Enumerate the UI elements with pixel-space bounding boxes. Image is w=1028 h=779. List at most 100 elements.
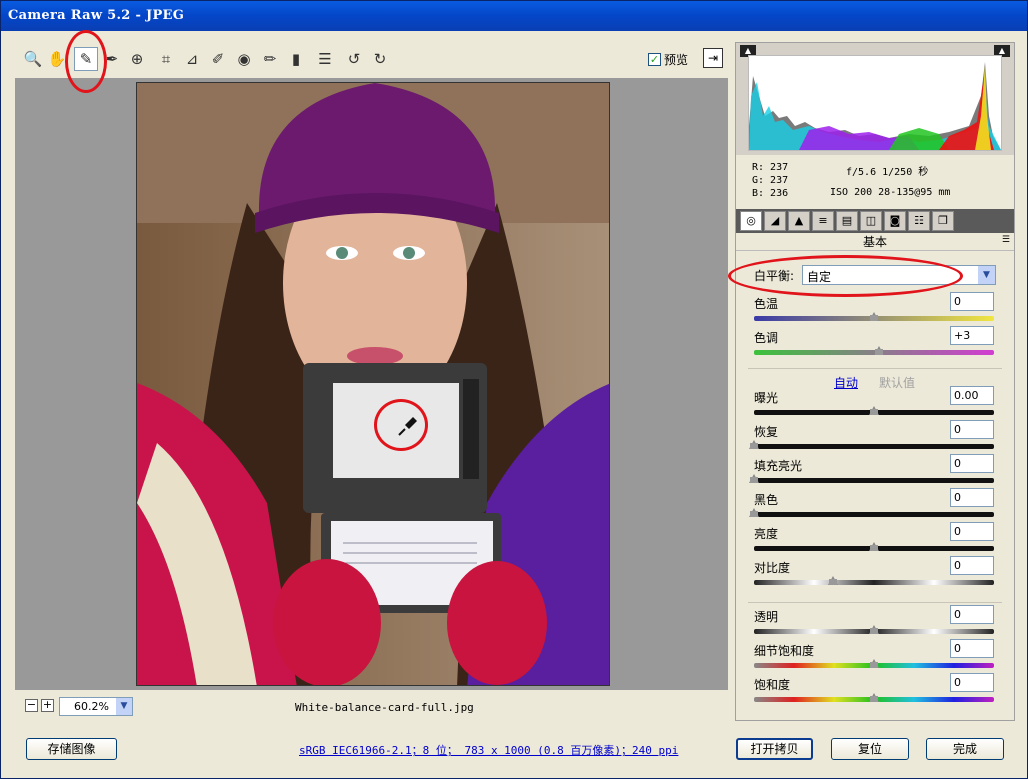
slider-label: 亮度 bbox=[754, 527, 779, 541]
panel-tab-5[interactable]: ◫ bbox=[860, 211, 882, 231]
slider-value-input[interactable]: 0 bbox=[950, 420, 994, 439]
slider-track[interactable] bbox=[749, 440, 994, 449]
slider-value-input[interactable]: 0 bbox=[950, 639, 994, 658]
save-image-button[interactable]: 存储图像 bbox=[26, 738, 117, 760]
file-name: White-balance-card-full.jpg bbox=[295, 701, 474, 714]
slider-label: 色调 bbox=[754, 331, 779, 345]
image-preview-area[interactable] bbox=[15, 78, 728, 690]
chevron-down-icon[interactable]: ▼ bbox=[978, 266, 995, 284]
slider-label: 色温 bbox=[754, 297, 779, 311]
slider-track[interactable] bbox=[754, 625, 994, 634]
zoom-value: 60.2% bbox=[74, 700, 109, 713]
section-title-text: 基本 bbox=[862, 235, 887, 249]
slider-track[interactable] bbox=[754, 659, 994, 668]
panel-tabs: ◎ ◢ ▲ ≡ ▤ ◫ ◙ ☷ ❐ bbox=[736, 209, 1014, 233]
adjustment-brush-icon[interactable]: ✏ bbox=[258, 47, 282, 71]
zoom-bar: − + 60.2% ▼ White-balance-card-full.jpg bbox=[15, 693, 728, 721]
zoom-level-select[interactable]: 60.2% ▼ bbox=[59, 697, 133, 716]
iso-lens-info: ISO 200 28-135@95 mm bbox=[830, 187, 951, 198]
hand-tool-icon[interactable]: ✋ bbox=[45, 47, 69, 71]
slider-label: 对比度 bbox=[754, 561, 791, 575]
histogram-graph bbox=[748, 55, 1002, 151]
slider-track[interactable] bbox=[754, 576, 994, 585]
white-balance-value: 自定 bbox=[807, 270, 832, 284]
preview-checkbox[interactable]: ✓ 预览 bbox=[648, 51, 688, 68]
open-copy-button[interactable]: 打开拷贝 bbox=[736, 738, 813, 760]
straighten-tool-icon[interactable]: ⊿ bbox=[180, 47, 204, 71]
rotate-left-icon[interactable]: ↺ bbox=[342, 47, 366, 71]
slider-value-input[interactable]: +3 bbox=[950, 326, 994, 345]
done-button[interactable]: 完成 bbox=[926, 738, 1004, 760]
slider-value-input[interactable]: 0 bbox=[950, 556, 994, 575]
camera-raw-window: Camera Raw 5.2 - JPEG ✓ 预览 ⇥ 🔍 ✋ ✎ ✒ ⊕ ⌗ ⊿ ✐ ◉ ✏ ▮… bbox=[0, 0, 1028, 779]
panel-tab-8[interactable]: ❐ bbox=[932, 211, 954, 231]
slider-track[interactable] bbox=[754, 542, 994, 551]
checkbox-box[interactable]: ✓ bbox=[648, 53, 661, 66]
graduated-filter-icon[interactable]: ▮ bbox=[284, 47, 308, 71]
workflow-options-link[interactable]: sRGB IEC61966-2.1；8 位； 783 x 1000 (0.8 百… bbox=[299, 742, 678, 758]
slider-value-input[interactable]: 0 bbox=[950, 522, 994, 541]
slider-track[interactable] bbox=[754, 346, 994, 355]
spot-removal-tool-icon[interactable]: ✐ bbox=[206, 47, 230, 71]
blue-value: B: 236 bbox=[752, 188, 789, 199]
color-sampler-tool-icon[interactable]: ✒ bbox=[100, 47, 124, 71]
slider-track[interactable] bbox=[754, 312, 994, 321]
rgb-readout: R: 237 G: 237 B: 236 bbox=[752, 161, 788, 200]
auto-link[interactable]: 自动 bbox=[834, 374, 858, 391]
chevron-down-icon[interactable]: ▼ bbox=[116, 698, 132, 715]
slider-label: 填充亮光 bbox=[754, 459, 803, 473]
slider-thumb[interactable] bbox=[749, 508, 759, 517]
slider-thumb[interactable] bbox=[828, 576, 839, 585]
slider-value-input[interactable]: 0 bbox=[950, 292, 994, 311]
white-balance-select[interactable]: 自定 ▼ bbox=[802, 265, 996, 285]
slider-thumb[interactable] bbox=[869, 659, 879, 668]
panel-tab-0[interactable]: ◎ bbox=[740, 211, 762, 231]
red-value: R: 237 bbox=[752, 162, 789, 173]
rotate-right-icon[interactable]: ↻ bbox=[368, 47, 392, 71]
slider-label: 曝光 bbox=[754, 391, 779, 405]
slider-thumb[interactable] bbox=[869, 625, 879, 634]
panel-tab-3[interactable]: ≡ bbox=[812, 211, 834, 231]
photo-preview[interactable] bbox=[136, 82, 610, 686]
slider-thumb[interactable] bbox=[869, 312, 879, 321]
white-balance-label: 白平衡: bbox=[754, 269, 795, 283]
slider-thumb[interactable] bbox=[869, 542, 879, 551]
reset-button[interactable]: 复位 bbox=[831, 738, 909, 760]
slider-value-input[interactable]: 0.00 bbox=[950, 386, 994, 405]
targeted-adjustment-tool-icon[interactable]: ⊕ bbox=[125, 47, 149, 71]
slider-track[interactable] bbox=[754, 406, 994, 415]
slider-thumb[interactable] bbox=[749, 440, 759, 449]
default-link[interactable]: 默认值 bbox=[879, 374, 915, 391]
adjustments-panel: ▲ ▲ R: 237 G: 237 B: 236 f/5.6 1/250 秒 I… bbox=[735, 42, 1015, 721]
preferences-icon[interactable]: ☰ bbox=[313, 47, 337, 71]
zoom-tool-icon[interactable]: 🔍 bbox=[21, 47, 45, 71]
crop-tool-icon[interactable]: ⌗ bbox=[154, 47, 178, 71]
slider-value-input[interactable]: 0 bbox=[950, 673, 994, 692]
slider-track[interactable] bbox=[754, 693, 994, 702]
slider-thumb[interactable] bbox=[869, 406, 879, 415]
readout-panel: R: 237 G: 237 B: 236 f/5.6 1/250 秒 ISO 2… bbox=[736, 155, 1014, 207]
slider-thumb[interactable] bbox=[873, 346, 884, 355]
panel-tab-2[interactable]: ▲ bbox=[788, 211, 810, 231]
zoom-out-button[interactable]: − bbox=[25, 699, 38, 712]
slider-value-input[interactable]: 0 bbox=[950, 605, 994, 624]
panel-menu-icon[interactable]: ☰ bbox=[1002, 235, 1010, 245]
zoom-in-button[interactable]: + bbox=[41, 699, 54, 712]
red-eye-tool-icon[interactable]: ◉ bbox=[232, 47, 256, 71]
panel-tab-6[interactable]: ◙ bbox=[884, 211, 906, 231]
slider-label: 饱和度 bbox=[754, 678, 791, 692]
panel-section-title: 基本 ☰ bbox=[736, 233, 1014, 251]
panel-tab-4[interactable]: ▤ bbox=[836, 211, 858, 231]
fullscreen-toggle-icon[interactable]: ⇥ bbox=[703, 48, 723, 68]
slider-thumb[interactable] bbox=[869, 693, 879, 702]
slider-label: 恢复 bbox=[754, 425, 779, 439]
slider-value-input[interactable]: 0 bbox=[950, 454, 994, 473]
slider-track[interactable] bbox=[749, 474, 994, 483]
slider-value-input[interactable]: 0 bbox=[950, 488, 994, 507]
panel-tab-1[interactable]: ◢ bbox=[764, 211, 786, 231]
white-balance-tool-icon[interactable]: ✎ bbox=[74, 47, 98, 71]
slider-thumb[interactable] bbox=[749, 474, 759, 483]
panel-tab-7[interactable]: ☷ bbox=[908, 211, 930, 231]
portrait-photo bbox=[137, 83, 609, 685]
slider-track[interactable] bbox=[749, 508, 994, 517]
